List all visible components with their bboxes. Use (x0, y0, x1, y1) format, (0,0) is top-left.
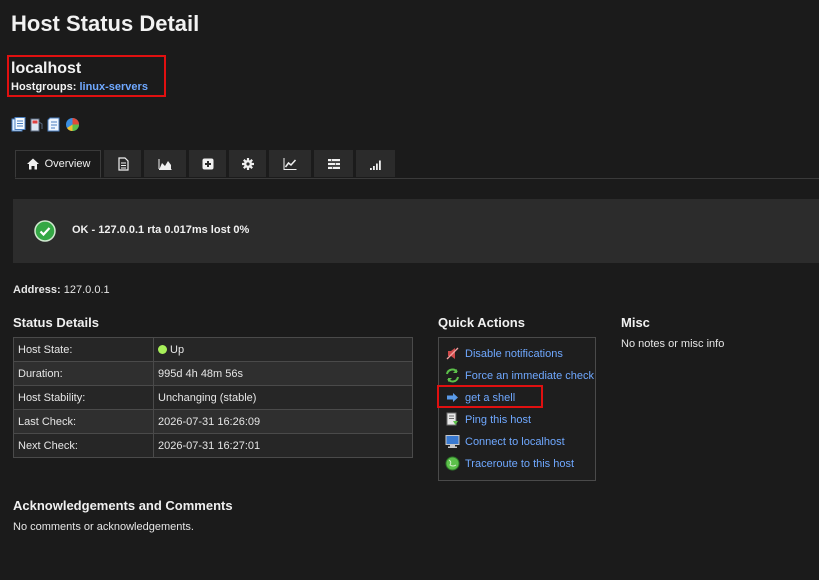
host-stability-value: Unchanging (stable) (153, 385, 413, 410)
hostgroups-label: Hostgroups: (11, 81, 77, 93)
address-value: 127.0.0.1 (63, 284, 110, 296)
force-check-link[interactable]: Force an immediate check (465, 370, 594, 382)
misc-text: No notes or misc info (621, 338, 725, 350)
ping-host-action[interactable]: Ping this host (445, 412, 531, 427)
document-icon (117, 156, 129, 171)
duration-label: Duration: (13, 361, 154, 386)
quick-actions-panel: Disable notifications Force an immediate… (438, 337, 596, 481)
notifications-off-icon (446, 347, 459, 360)
next-check-value: 2026-07-31 16:27:01 (153, 433, 413, 458)
acknowledgements-title: Acknowledgements and Comments (13, 498, 233, 513)
table-row: Next Check: 2026-07-31 16:27:01 (13, 433, 413, 458)
host-summary-box: localhost Hostgroups: linux-servers (7, 55, 166, 97)
host-action-icons (11, 117, 80, 132)
line-chart-icon (283, 157, 297, 170)
disable-notifications-action[interactable]: Disable notifications (445, 346, 563, 361)
traceroute-action[interactable]: Traceroute to this host (445, 456, 574, 471)
host-name: localhost (11, 60, 82, 77)
duration-value: 995d 4h 48m 56s (153, 361, 413, 386)
misc-title: Misc (621, 315, 650, 330)
traceroute-link[interactable]: Traceroute to this host (465, 458, 574, 470)
force-check-action[interactable]: Force an immediate check (445, 368, 594, 383)
report-icon[interactable] (47, 117, 62, 132)
pie-chart-icon[interactable] (65, 117, 80, 132)
get-shell-highlight (437, 385, 543, 408)
status-up-dot-icon (158, 344, 167, 354)
connect-host-action[interactable]: Connect to localhost (445, 434, 565, 449)
tab-graphs[interactable] (269, 150, 311, 177)
hostgroup-link[interactable]: linux-servers (79, 81, 147, 93)
host-stability-label: Host Stability: (13, 385, 154, 410)
gear-icon (241, 157, 254, 170)
next-check-label: Next Check: (13, 433, 154, 458)
tab-bar: Overview (15, 150, 819, 179)
list-icon (327, 158, 340, 169)
globe-icon (445, 456, 460, 471)
area-chart-icon (158, 158, 172, 170)
check-circle-icon (34, 220, 56, 242)
table-row: Host Stability: Unchanging (stable) (13, 385, 413, 410)
disable-notifications-link[interactable]: Disable notifications (465, 348, 563, 360)
table-row: Last Check: 2026-07-31 16:26:09 (13, 409, 413, 434)
signal-bars-icon (369, 160, 381, 170)
host-state-text: Up (170, 343, 185, 356)
refresh-icon (446, 368, 459, 383)
status-details-table: Host State: Up Duration: 995d 4h 48m 56s… (13, 337, 413, 458)
status-details-title: Status Details (13, 315, 99, 330)
table-row: Host State: Up (13, 337, 413, 362)
tab-add[interactable] (189, 150, 226, 177)
tab-settings[interactable] (229, 150, 266, 177)
table-row: Duration: 995d 4h 48m 56s (13, 361, 413, 386)
tab-signal[interactable] (356, 150, 395, 177)
page-title: Host Status Detail (11, 11, 200, 36)
quick-actions-title: Quick Actions (438, 315, 525, 330)
host-state-value: Up (153, 337, 413, 362)
tab-overview-label: Overview (44, 158, 91, 170)
status-banner: OK - 127.0.0.1 rta 0.017ms lost 0% (13, 199, 819, 263)
gas-pump-icon[interactable] (29, 117, 44, 132)
last-check-label: Last Check: (13, 409, 154, 434)
home-icon (26, 158, 39, 170)
address: Address: 127.0.0.1 (13, 284, 110, 296)
notes-document-icon[interactable] (11, 117, 26, 132)
host-state-label: Host State: (13, 337, 154, 362)
last-check-value: 2026-07-31 16:26:09 (153, 409, 413, 434)
tab-overview[interactable]: Overview (15, 150, 101, 178)
ping-icon (446, 412, 458, 426)
connect-host-link[interactable]: Connect to localhost (465, 436, 565, 448)
tab-notes[interactable] (104, 150, 141, 177)
plus-square-icon (202, 158, 213, 169)
status-output: OK - 127.0.0.1 rta 0.017ms lost 0% (72, 224, 250, 236)
ping-host-link[interactable]: Ping this host (465, 414, 531, 426)
acknowledgements-text: No comments or acknowledgements. (13, 521, 194, 533)
tab-list[interactable] (314, 150, 353, 177)
address-label: Address: (13, 284, 61, 296)
tab-trends[interactable] (144, 150, 186, 177)
hostgroups: Hostgroups: linux-servers (11, 81, 148, 93)
monitor-icon (445, 435, 460, 448)
